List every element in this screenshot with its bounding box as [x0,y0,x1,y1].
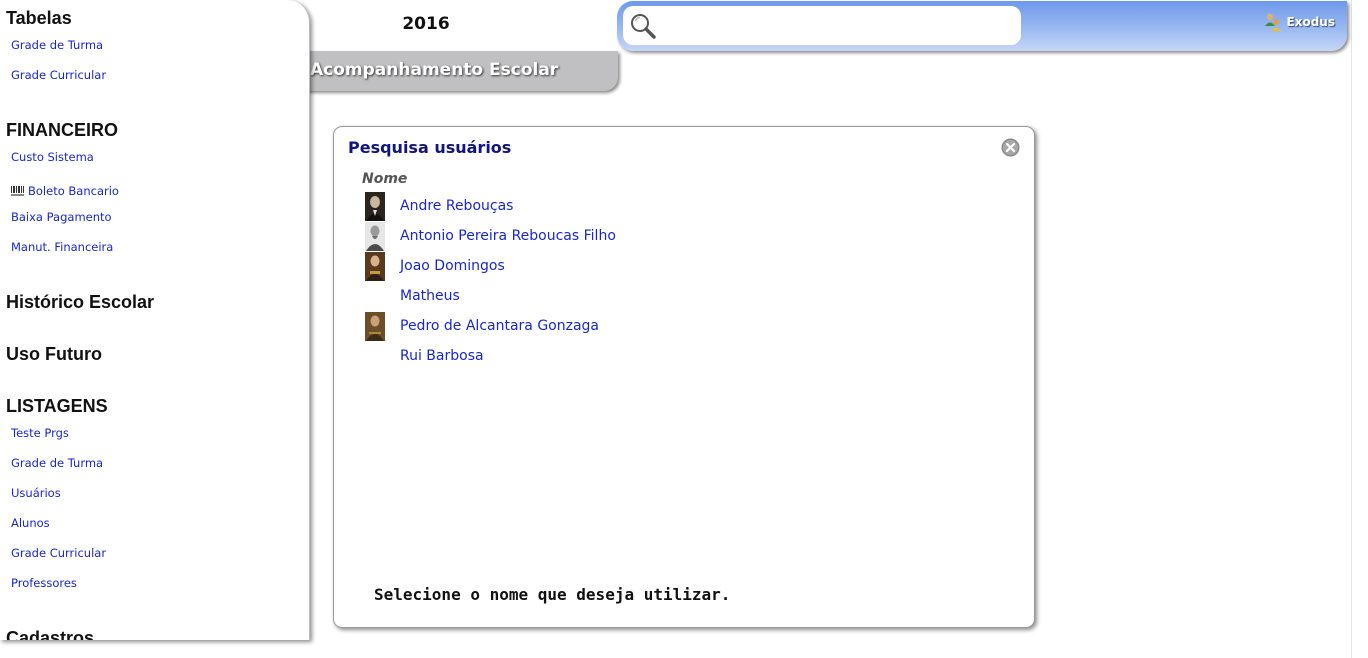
user-link-matheus[interactable]: Matheus [400,288,460,304]
user-row[interactable]: Antonio Pereira Reboucas Filho [365,221,925,251]
user-name[interactable]: Exodus [1287,15,1335,29]
sidebar-item-baixa-pagamento[interactable]: Baixa Pagamento [11,210,112,224]
user-menu[interactable]: Exodus [1263,12,1335,32]
sidebar: Tabelas Grade de Turma Grade Curricular … [0,0,310,640]
dialog-title: Pesquisa usuários [348,138,512,157]
sidebar-section-financeiro: FINANCEIRO [6,120,118,140]
user-row[interactable]: Rui Barbosa [365,341,925,371]
avatar [365,221,385,251]
sidebar-item-boleto-bancario[interactable]: Boleto Bancario [11,184,119,198]
sidebar-section-listagens: LISTAGENS [6,396,108,416]
sidebar-item-teste-prgs[interactable]: Teste Prgs [11,426,69,440]
search-icon[interactable] [629,12,657,40]
sidebar-item-grade-de-turma[interactable]: Grade de Turma [11,38,103,52]
user-link-joao-domingos[interactable]: Joao Domingos [400,258,505,274]
user-row[interactable]: Joao Domingos [365,251,925,281]
user-link-rui-barbosa[interactable]: Rui Barbosa [400,348,484,364]
user-icon [1264,13,1281,31]
sidebar-item-label[interactable]: Boleto Bancario [28,184,119,198]
sidebar-item-grade-curricular[interactable]: Grade Curricular [11,68,106,82]
page-title-tab: Acompanhamento Escolar [290,51,618,91]
sidebar-section-historico-escolar[interactable]: Histórico Escolar [6,292,154,313]
sidebar-section-uso-futuro[interactable]: Uso Futuro [6,344,102,365]
search-input[interactable] [663,14,1017,40]
sidebar-item-professores[interactable]: Professores [11,576,77,590]
column-header-nome: Nome [362,171,408,187]
sidebar-section-tabelas: Tabelas [6,8,72,28]
user-search-dialog: Pesquisa usuários Nome Andre Rebouças An… [333,126,1035,628]
sidebar-item-grade-curricular-listagem[interactable]: Grade Curricular [11,546,106,560]
page-scrollbar[interactable] [1351,0,1368,658]
avatar [365,311,385,341]
sidebar-item-alunos[interactable]: Alunos [11,516,50,530]
user-link-andre-reboucas[interactable]: Andre Rebouças [400,198,513,214]
search-box[interactable] [623,6,1021,45]
sidebar-item-manut-financeira[interactable]: Manut. Financeira [11,240,113,254]
dialog-instruction: Selecione o nome que deseja utilizar. [374,585,731,604]
year-label: 2016 [402,14,450,34]
avatar [365,251,385,281]
page-title: Acompanhamento Escolar [310,60,559,80]
close-icon[interactable] [1001,138,1020,157]
sidebar-item-usuarios[interactable]: Usuários [11,486,61,500]
user-row[interactable]: Pedro de Alcantara Gonzaga [365,311,925,341]
user-row[interactable]: Andre Rebouças [365,191,925,221]
sidebar-item-grade-de-turma-listagem[interactable]: Grade de Turma [11,456,103,470]
barcode-icon [11,186,24,196]
sidebar-section-cadastros: Cadastros [6,628,95,640]
user-link-pedro-de-alcantara-gonzaga[interactable]: Pedro de Alcantara Gonzaga [400,318,599,334]
avatar [365,191,385,221]
user-link-antonio-pereira-reboucas-filho[interactable]: Antonio Pereira Reboucas Filho [400,228,616,244]
avatar-placeholder [365,342,385,371]
top-bar: Exodus [617,1,1347,51]
user-row[interactable]: Matheus [365,281,925,311]
sidebar-item-custo-sistema[interactable]: Custo Sistema [11,150,94,164]
avatar-placeholder [365,282,385,311]
